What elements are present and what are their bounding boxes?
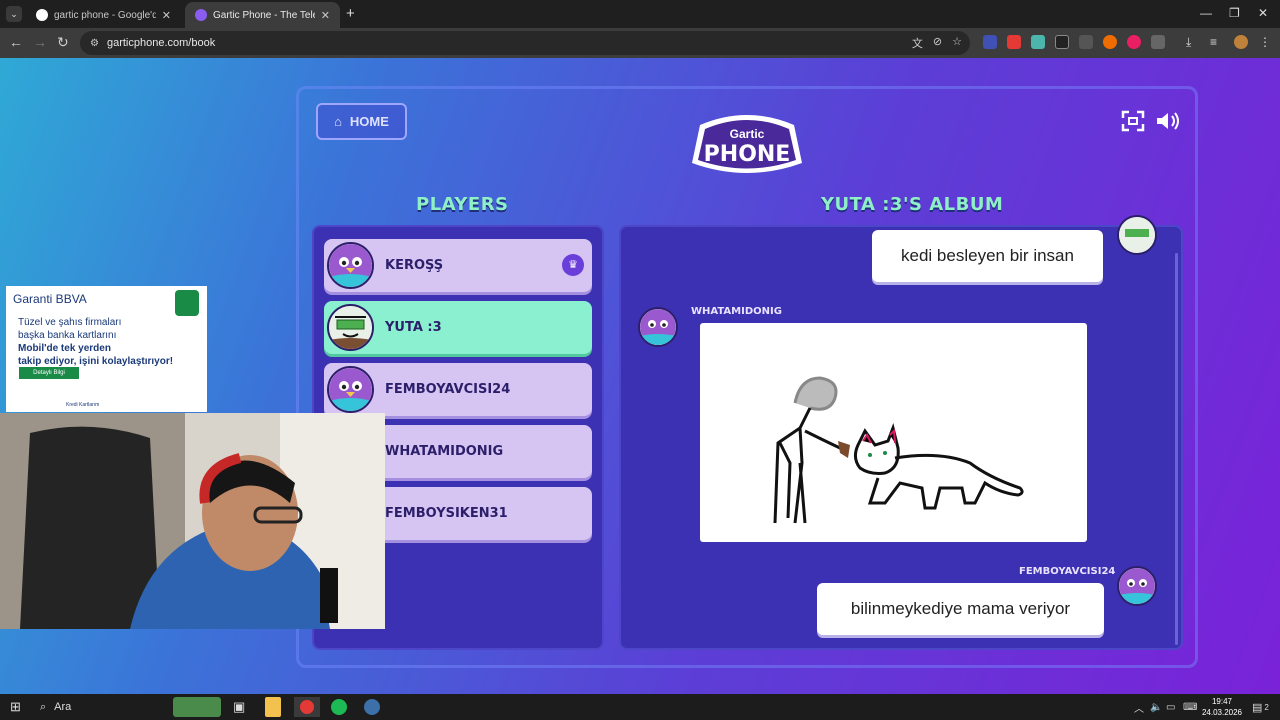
browser-tab-bar: ⌄ gartic phone - Google'da Ara ✕ Gartic … xyxy=(0,0,1280,28)
tray-network-icon[interactable]: ▭ xyxy=(1166,697,1175,717)
file-explorer-icon[interactable] xyxy=(265,697,281,717)
tab-google-search[interactable]: gartic phone - Google'da Ara ✕ xyxy=(26,2,181,28)
player-name: FEMBOYSIKEN31 xyxy=(385,506,508,521)
guess-bubble: bilinmeykediye mama veriyor xyxy=(817,583,1104,635)
author-avatar xyxy=(638,307,678,347)
ad-body: Tüzel ve şahıs firmaları başka banka kar… xyxy=(18,317,174,367)
crown-icon: ♛ xyxy=(562,254,584,276)
extension-icon[interactable] xyxy=(1031,35,1045,49)
tab-title: gartic phone - Google'da Ara xyxy=(54,9,156,21)
extension-icon[interactable] xyxy=(1055,35,1069,49)
extension-icon[interactable] xyxy=(1103,35,1117,49)
player-name: KEROŞŞ xyxy=(385,258,444,273)
minimize-button[interactable]: — xyxy=(1200,6,1212,20)
search-label: Ara xyxy=(54,701,72,713)
tray-volume-icon[interactable]: 🔈 xyxy=(1150,697,1162,717)
logo-top-text: Gartic xyxy=(730,127,765,141)
logo-bottom-text: PHONE xyxy=(704,142,791,167)
player-avatar xyxy=(327,366,374,413)
drawing-canvas xyxy=(700,323,1087,542)
home-label: HOME xyxy=(349,114,389,129)
google-icon xyxy=(36,9,48,21)
windows-start-icon[interactable]: ⊞ xyxy=(10,697,21,717)
menu-kebab-icon[interactable]: ⋮ xyxy=(1259,35,1273,49)
player-avatar xyxy=(327,304,374,351)
taskbar-search[interactable]: ⌕ Ara xyxy=(40,697,71,717)
home-button[interactable]: ⌂ HOME xyxy=(316,103,407,140)
extension-icon[interactable] xyxy=(983,35,997,49)
guess-author: FEMBOYAVCISI24 xyxy=(1019,566,1116,577)
close-tab-icon[interactable]: ✕ xyxy=(321,9,330,22)
media-icon[interactable]: ≡ xyxy=(1210,35,1224,49)
close-window-button[interactable]: ✕ xyxy=(1258,6,1268,20)
album-scrollbar[interactable] xyxy=(1175,253,1178,645)
address-bar[interactable]: ⚙ garticphone.com/book 文 ⊘ ☆ xyxy=(80,31,970,55)
restore-button[interactable]: ❐ xyxy=(1229,6,1240,20)
ad-brand: Garanti BBVA xyxy=(13,292,87,306)
site-info-icon[interactable]: ⚙ xyxy=(90,38,99,49)
search-icon: ⌕ xyxy=(40,700,47,713)
advertisement[interactable]: Garanti BBVA Tüzel ve şahıs firmaları ba… xyxy=(6,286,207,412)
download-icon[interactable]: ⤓ xyxy=(1186,35,1200,49)
player-card[interactable]: KEROŞŞ ♛ xyxy=(324,239,592,292)
extension-icon[interactable] xyxy=(1079,35,1093,49)
tray-keyboard-icon[interactable]: ⌨ xyxy=(1183,697,1197,717)
ad-cta-button[interactable]: Detaylı Bilgi xyxy=(19,367,79,379)
forward-icon[interactable]: → xyxy=(33,34,47,50)
task-view-icon[interactable]: ▣ xyxy=(233,697,245,717)
player-name: WHATAMIDONIG xyxy=(385,444,504,459)
player-card[interactable]: FEMBOYAVCISI24 xyxy=(324,363,592,416)
players-title: PLAYERS xyxy=(416,194,509,215)
gartic-page: ⌂ HOME Gartic PHONE PLAYERS YUTA :3'S AL… xyxy=(0,58,1280,694)
author-avatar xyxy=(1117,566,1157,606)
reload-icon[interactable]: ↻ xyxy=(57,34,69,51)
player-card-selected[interactable]: YUTA :3 xyxy=(324,301,592,354)
eye-off-icon[interactable]: ⊘ xyxy=(933,35,942,51)
new-tab-button[interactable]: + xyxy=(346,5,355,22)
tab-title: Gartic Phone - The Telephone G xyxy=(213,9,315,21)
extensions-puzzle-icon[interactable] xyxy=(1151,35,1165,49)
url-text: garticphone.com/book xyxy=(106,37,216,49)
fullscreen-icon[interactable] xyxy=(1121,110,1145,132)
tab-gartic-phone[interactable]: Gartic Phone - The Telephone G ✕ xyxy=(185,2,340,28)
extension-icon[interactable] xyxy=(1007,35,1021,49)
gartic-phone-logo: Gartic PHONE xyxy=(692,115,802,173)
tab-search-button[interactable]: ⌄ xyxy=(6,6,22,22)
tray-chevron-icon[interactable]: ︿ xyxy=(1134,697,1144,717)
windows-taskbar: ⊞ ⌕ Ara ▣ ︿ 🔈 ▭ ⌨ 19:47 24.03.2026 ▤ 2 xyxy=(0,694,1280,720)
extension-icon[interactable] xyxy=(1127,35,1141,49)
album-title: YUTA :3'S ALBUM xyxy=(821,194,1004,215)
translate-icon[interactable]: 文 xyxy=(912,35,923,51)
gartic-favicon-icon xyxy=(195,9,207,21)
close-tab-icon[interactable]: ✕ xyxy=(162,9,171,22)
home-icon: ⌂ xyxy=(334,114,342,129)
taskbar-clock[interactable]: 19:47 24.03.2026 xyxy=(1202,696,1242,718)
bank-logo-icon xyxy=(175,290,199,316)
profile-avatar[interactable] xyxy=(1234,35,1248,49)
chrome-taskbar-icon[interactable] xyxy=(294,697,320,717)
phrase-bubble: kedi besleyen bir insan xyxy=(872,230,1103,282)
player-name: YUTA :3 xyxy=(385,320,442,335)
weather-widget[interactable] xyxy=(173,697,221,717)
browser-toolbar: ← → ↻ ⚙ garticphone.com/book 文 ⊘ ☆ ⤓ ≡ ⋮ xyxy=(0,28,1280,58)
volume-icon[interactable] xyxy=(1155,110,1183,132)
bookmark-star-icon[interactable]: ☆ xyxy=(952,35,962,51)
app-icon[interactable] xyxy=(364,699,380,715)
player-name: FEMBOYAVCISI24 xyxy=(385,382,511,397)
webcam-overlay xyxy=(0,413,385,629)
player-avatar xyxy=(327,242,374,289)
drawing-author: WHATAMIDONIG xyxy=(691,306,782,317)
back-icon[interactable]: ← xyxy=(9,34,23,50)
author-avatar xyxy=(1117,215,1157,255)
notification-icon[interactable]: ▤ 2 xyxy=(1252,697,1269,717)
spotify-icon[interactable] xyxy=(331,699,347,715)
ad-card-text: Kredi Kartlarım xyxy=(66,402,100,408)
